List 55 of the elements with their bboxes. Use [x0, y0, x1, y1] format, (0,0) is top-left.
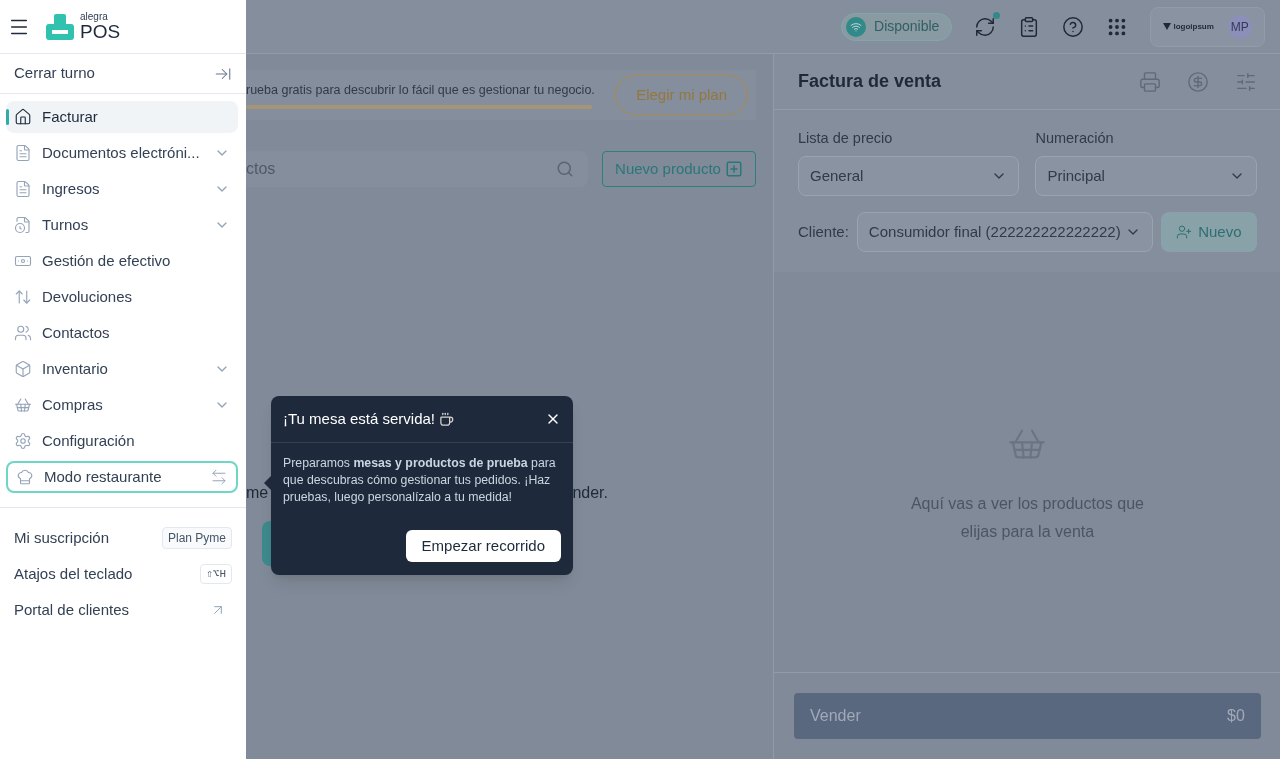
nav-item[interactable]: Documentos electróni... — [6, 137, 238, 169]
document-icon — [14, 144, 32, 162]
document-clock-icon — [14, 216, 32, 234]
select-field[interactable]: Consumidor final (222222222222222) — [856, 211, 1153, 252]
tooltip-title: ¡Tu mesa está servida! — [283, 408, 435, 429]
nav-item[interactable]: Compras — [6, 389, 238, 421]
app-logo: alegra POS — [46, 12, 121, 41]
nav-item[interactable]: Contactos — [6, 317, 238, 349]
footer-link[interactable]: Mi suscripción Plan Pyme — [0, 520, 246, 556]
search-icon — [556, 160, 574, 178]
chef-hat-icon — [16, 468, 34, 486]
add-icon — [724, 160, 743, 178]
wifi-icon — [846, 16, 867, 37]
nav-item[interactable]: Facturar — [6, 101, 238, 133]
shortcut-key: ⇧⌥H — [200, 563, 232, 585]
home-icon — [14, 108, 32, 126]
field-label: Lista de precio — [798, 129, 894, 148]
logo-mark-icon — [1163, 23, 1172, 30]
field-label: Numeración — [1035, 129, 1115, 148]
users-icon — [14, 324, 32, 342]
empty-text: nder. — [572, 483, 608, 503]
printer-logo-icon — [46, 13, 74, 40]
coffee-icon — [439, 411, 454, 427]
swap-icon — [210, 468, 228, 486]
field-label: Cliente: — [798, 221, 849, 242]
settings-icon — [14, 432, 32, 450]
plan-badge: Plan Pyme — [161, 527, 232, 549]
active-indicator — [6, 109, 9, 125]
start-tour-button[interactable]: Empezar recorrido — [405, 530, 561, 562]
nav-item[interactable]: Configuración — [6, 425, 238, 457]
company-logo: logoipsum — [1173, 20, 1214, 33]
nav-item[interactable]: Modo restaurante — [6, 461, 238, 493]
help-icon[interactable] — [1062, 15, 1085, 38]
footer-link[interactable]: Portal de clientes — [0, 592, 246, 628]
nav-item[interactable]: Ingresos — [6, 173, 238, 205]
arrows-icon — [14, 288, 32, 306]
box-icon — [14, 360, 32, 378]
document-icon — [14, 180, 32, 198]
nav-item[interactable]: Inventario — [6, 353, 238, 385]
basket-icon — [14, 396, 32, 414]
nav-item[interactable]: Turnos — [6, 209, 238, 241]
tooltip-body: Preparamos mesas y productos de prueba para que descubras cómo gestionar tus pedidos. ¡Haz pruebas, luego personalízalo a tu medida! — [282, 455, 557, 506]
avatar: MP — [1227, 14, 1252, 39]
invoice-title: Factura de venta — [798, 70, 942, 93]
account-box[interactable]: logoipsum MP — [1150, 6, 1265, 47]
close-shift-button[interactable]: Cerrar turno — [0, 54, 246, 94]
nav-item[interactable]: Devoluciones — [6, 281, 238, 313]
banner-text: rueba gratis para descubrir lo fácil que es gestionar tu negocio. — [246, 81, 592, 99]
select-field[interactable]: Principal — [1035, 155, 1257, 196]
footer-link[interactable]: Atajos del teclado ⇧⌥H — [0, 556, 246, 592]
nav-item[interactable]: Gestión de efectivo — [6, 245, 238, 277]
empty-text: me — [246, 483, 269, 503]
add-user-icon — [1176, 223, 1193, 240]
sync-icon[interactable] — [974, 15, 997, 38]
select-field[interactable]: General — [798, 155, 1020, 196]
